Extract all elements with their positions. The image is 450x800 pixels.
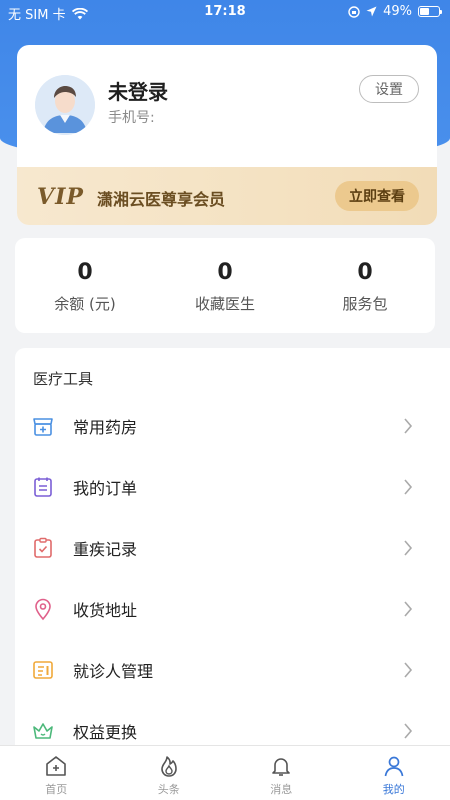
- section-title: 医疗工具: [33, 370, 94, 388]
- bottom-tab-bar: 首页 头条 消息 我的: [0, 745, 450, 800]
- stat-value: 0: [217, 260, 233, 285]
- tab-mine[interactable]: 我的: [338, 746, 450, 800]
- status-bar: 无 SIM 卡 17:18 49%: [0, 0, 450, 24]
- tab-label: 消息: [270, 783, 293, 796]
- pharmacy-icon: [33, 418, 53, 436]
- battery-icon: [418, 6, 442, 17]
- tab-label: 我的: [382, 783, 405, 796]
- tab-headlines[interactable]: 头条: [113, 746, 226, 800]
- medical-tools-card: 医疗工具 常用药房 我的订单 重疾记录 收货地址 就诊人管理 权益更换: [15, 348, 450, 748]
- stat-value: 0: [357, 260, 373, 285]
- order-icon: [34, 477, 52, 497]
- tool-item-orders[interactable]: 我的订单: [15, 457, 435, 517]
- stats-card: 0 余额 (元) 0 收藏医生 0 服务包: [15, 238, 435, 333]
- location-arrow-icon: [366, 6, 377, 17]
- tool-label: 常用药房: [73, 418, 138, 437]
- flame-icon: [160, 756, 177, 777]
- user-name[interactable]: 未登录: [108, 76, 168, 105]
- crown-icon: [33, 723, 53, 739]
- bell-icon: [272, 758, 291, 776]
- stat-balance[interactable]: 0 余额 (元): [15, 238, 155, 333]
- stat-label: 收藏医生: [194, 295, 255, 313]
- vip-view-button[interactable]: 立即查看: [335, 181, 419, 211]
- avatar[interactable]: [35, 75, 95, 135]
- chevron-right-icon: [404, 601, 413, 617]
- avatar-person-icon: [35, 75, 95, 135]
- record-icon: [34, 537, 52, 558]
- battery-percent: 49%: [383, 4, 412, 19]
- tool-label: 重疾记录: [73, 540, 138, 559]
- tool-item-illness-records[interactable]: 重疾记录: [15, 518, 435, 578]
- stat-value: 0: [77, 260, 93, 285]
- stat-service-packages[interactable]: 0 服务包: [295, 238, 435, 333]
- profile-card: 未登录 手机号: 设置 VIP 潇湘云医尊享会员 立即查看: [17, 45, 437, 225]
- chevron-right-icon: [404, 723, 413, 739]
- stat-favorite-doctors[interactable]: 0 收藏医生: [155, 238, 295, 333]
- orientation-lock-icon: [348, 5, 360, 18]
- chevron-right-icon: [404, 479, 413, 495]
- tab-messages[interactable]: 消息: [225, 746, 338, 800]
- chevron-right-icon: [404, 418, 413, 434]
- tool-item-shipping-address[interactable]: 收货地址: [15, 579, 435, 639]
- vip-banner[interactable]: VIP 潇湘云医尊享会员 立即查看: [17, 167, 437, 225]
- stat-label: 服务包: [342, 295, 388, 313]
- chevron-right-icon: [404, 662, 413, 678]
- tab-label: 头条: [157, 783, 180, 796]
- tool-item-patient-management[interactable]: 就诊人管理: [15, 640, 435, 700]
- tool-label: 收货地址: [73, 601, 138, 620]
- phone-label: 手机号:: [108, 110, 155, 126]
- tool-item-pharmacy[interactable]: 常用药房: [15, 396, 435, 456]
- vip-logo: VIP: [37, 184, 84, 210]
- tool-label: 我的订单: [73, 479, 138, 498]
- location-icon: [35, 598, 51, 621]
- stat-label: 余额 (元): [54, 295, 116, 313]
- tab-label: 首页: [45, 783, 68, 796]
- settings-button[interactable]: 设置: [359, 75, 419, 103]
- tool-label: 权益更换: [73, 723, 138, 742]
- tool-label: 就诊人管理: [73, 662, 154, 681]
- patient-card-icon: [33, 661, 53, 679]
- vip-text: 潇湘云医尊享会员: [97, 190, 226, 209]
- chevron-right-icon: [404, 540, 413, 556]
- tab-home[interactable]: 首页: [0, 746, 113, 800]
- person-icon: [384, 756, 404, 777]
- home-icon: [46, 756, 67, 776]
